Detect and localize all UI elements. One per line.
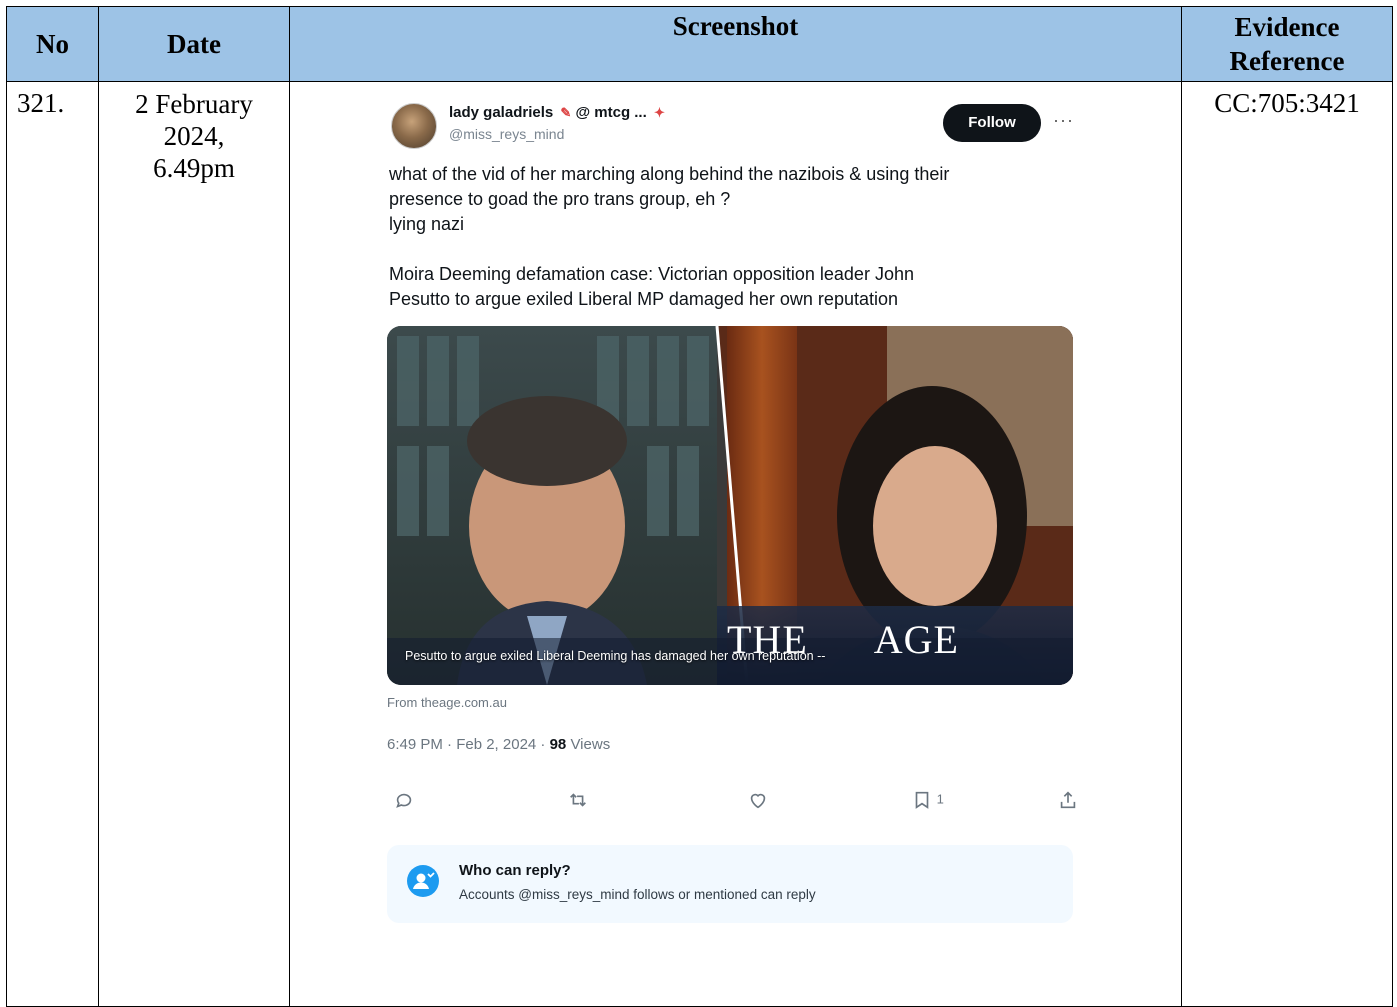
display-name-line[interactable]: lady galadriels ✎ @ mtcg ... ✦ — [449, 104, 665, 121]
header-no: No — [6, 6, 99, 82]
date-line: 2024, — [163, 121, 225, 151]
follow-button[interactable]: Follow — [943, 104, 1041, 142]
date-line: 6.49pm — [153, 153, 235, 183]
more-options-icon[interactable]: ··· — [1053, 110, 1074, 131]
share-icon[interactable] — [1057, 789, 1079, 811]
row-screenshot: lady galadriels ✎ @ mtcg ... ✦ @miss_rey… — [289, 81, 1182, 1007]
like-icon[interactable] — [747, 789, 769, 811]
display-name-suffix: @ mtcg ... — [575, 104, 647, 121]
tweet-text-line: what of the vid of her marching along be… — [389, 164, 950, 184]
image-caption: Pesutto to argue exiled Liberal Deeming … — [405, 649, 826, 663]
who-can-reply-subtitle: Accounts @miss_reys_mind follows or ment… — [459, 887, 816, 902]
evidence-table: No Date Screenshot Evidence Reference 32… — [6, 6, 1393, 1007]
tweet-text: what of the vid of her marching along be… — [385, 162, 1069, 312]
header-evidence-reference: Evidence Reference — [1181, 6, 1393, 82]
retweet-icon[interactable] — [567, 789, 589, 811]
views-count: 98 — [549, 736, 567, 753]
brand-age: AGE — [873, 617, 959, 662]
views-label: Views — [566, 736, 611, 753]
table-row: 321. 2 February 2024, 6.49pm lady galadr… — [6, 81, 1393, 1007]
who-can-reply-title: Who can reply? — [459, 862, 571, 879]
emoji-icon: ✎ — [560, 105, 572, 120]
header-row: No Date Screenshot Evidence Reference — [6, 6, 1393, 82]
tweet-actions: 1 — [385, 789, 1085, 829]
avatar[interactable] — [391, 103, 437, 149]
header-date: Date — [98, 6, 290, 82]
reply-icon[interactable] — [393, 789, 415, 811]
tweet-text-line: presence to goad the pro trans group, eh… — [389, 189, 731, 209]
date-line: 2 February — [135, 89, 253, 119]
tweet-text-line: lying nazi — [389, 214, 465, 234]
user-handle[interactable]: @miss_reys_mind — [449, 126, 564, 142]
bookmark-icon[interactable]: 1 — [911, 789, 944, 811]
link-source[interactable]: From theage.com.au — [387, 695, 1085, 710]
headline-line: Moira Deeming defamation case: Victorian… — [389, 264, 914, 284]
tweet-card: lady galadriels ✎ @ mtcg ... ✦ @miss_rey… — [385, 96, 1085, 923]
emoji-icon: ✦ — [653, 105, 665, 120]
link-card-image[interactable]: THE AGE Pesutto to argue exiled Liberal D… — [387, 326, 1073, 685]
row-evidence-reference: CC:705:3421 — [1181, 81, 1393, 1007]
headline-line: Pesutto to argue exiled Liberal MP damag… — [389, 289, 898, 309]
tweet-timestamp[interactable]: 6:49 PM · Feb 2, 2024 · — [387, 736, 550, 753]
bookmark-count: 1 — [936, 791, 944, 807]
header-screenshot: Screenshot — [289, 6, 1182, 82]
person-icon — [407, 865, 439, 897]
who-can-reply-box: Who can reply? Accounts @miss_reys_mind … — [387, 845, 1073, 923]
row-number: 321. — [6, 81, 99, 1007]
tweet-header: lady galadriels ✎ @ mtcg ... ✦ @miss_rey… — [385, 96, 1085, 158]
tweet-meta: 6:49 PM · Feb 2, 2024 · 98 Views — [387, 736, 1085, 753]
row-date: 2 February 2024, 6.49pm — [98, 81, 290, 1007]
display-name[interactable]: lady galadriels — [449, 104, 553, 121]
